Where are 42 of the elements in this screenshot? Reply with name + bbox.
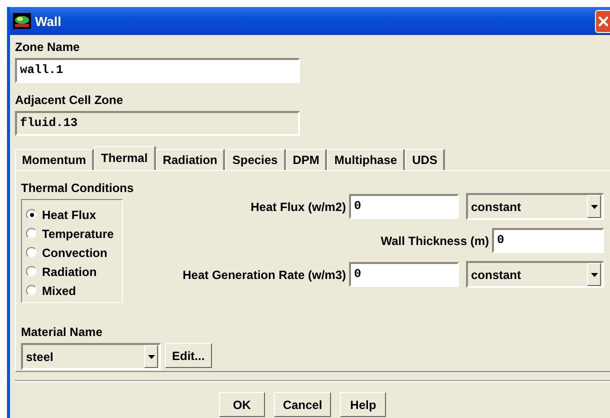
radio-option[interactable]: Convection: [26, 243, 122, 262]
radio-option[interactable]: Mixed: [26, 281, 122, 300]
caret-icon: [590, 272, 598, 276]
group-label: Thermal Conditions: [21, 181, 131, 196]
value-field[interactable]: 0: [349, 194, 459, 219]
adjacent-zone-field: fluid.13: [15, 111, 300, 136]
radio-button[interactable]: [26, 285, 37, 296]
value-field[interactable]: 0: [349, 262, 459, 287]
material-dropdown[interactable]: steel: [21, 343, 161, 370]
profile-dropdown[interactable]: constant: [466, 193, 604, 220]
parameter-label: Heat Flux (w/m2): [250, 200, 347, 214]
field-label: Zone Name: [15, 40, 81, 55]
edit-button[interactable]: Edit...: [165, 343, 212, 368]
parameter-label: Heat Generation Rate (w/m3): [182, 268, 347, 282]
tab[interactable]: UDS: [405, 149, 446, 170]
field-label: Adjacent Cell Zone: [15, 93, 124, 108]
tab[interactable]: Multiphase: [327, 149, 406, 170]
parameter-label: Wall Thickness (m): [380, 234, 490, 248]
tab[interactable]: Thermal: [94, 146, 156, 170]
app-icon: [13, 13, 31, 29]
caret-icon: [148, 354, 154, 358]
zone-name-field[interactable]: wall.1: [15, 58, 300, 83]
value-field[interactable]: 0: [492, 228, 604, 253]
radio-option[interactable]: Radiation: [26, 262, 122, 281]
radio-button[interactable]: [26, 266, 37, 277]
radio-button[interactable]: [26, 247, 37, 258]
tab[interactable]: DPM: [286, 149, 328, 170]
caret-icon: [590, 204, 598, 208]
radio-button[interactable]: [26, 228, 37, 239]
radio-option[interactable]: Heat Flux: [26, 205, 122, 224]
dialog-button[interactable]: Cancel: [274, 392, 332, 417]
radio-button[interactable]: [26, 209, 37, 220]
tab[interactable]: Species: [225, 149, 286, 170]
close-button[interactable]: [595, 10, 610, 32]
close-icon: [596, 13, 608, 29]
dialog-button[interactable]: Help: [340, 392, 386, 417]
window-title: Wall: [35, 14, 62, 28]
field-label: Material Name: [21, 325, 104, 340]
tab[interactable]: Radiation: [156, 149, 226, 170]
profile-dropdown[interactable]: constant: [466, 261, 604, 288]
dialog-button[interactable]: OK: [218, 392, 265, 417]
radio-option[interactable]: Temperature: [26, 224, 122, 243]
